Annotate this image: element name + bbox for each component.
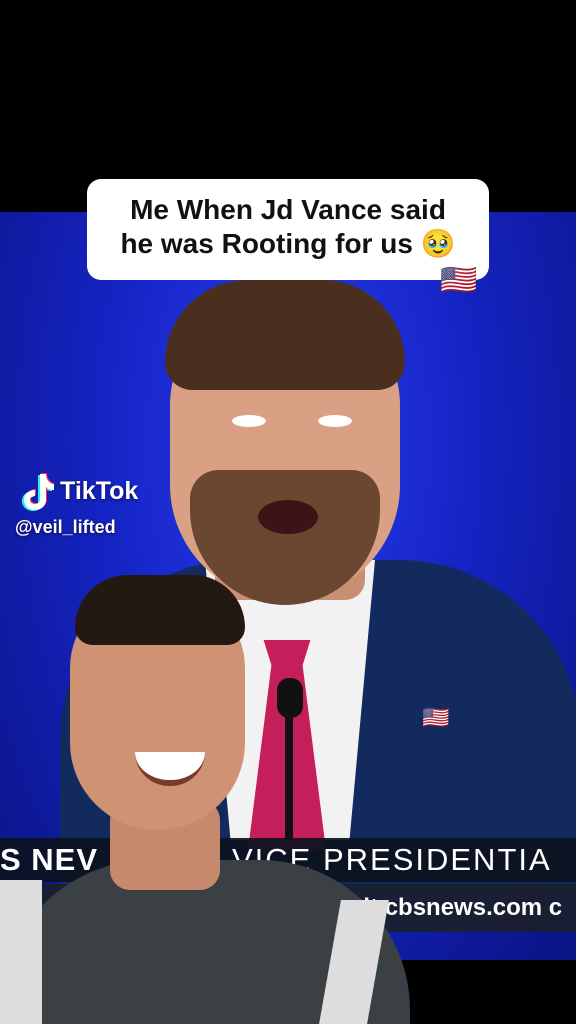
microphone-stand [285,680,293,840]
tiktok-brand-text: TikTok [60,477,139,505]
flag-pin-icon: 🇺🇸 [422,705,450,730]
tiktok-logo-icon [22,473,54,511]
overlay-person-strap-left [0,880,42,1024]
speaker-mouth [258,500,318,534]
us-flag-icon: 🇺🇸 [440,264,478,297]
caption-bubble: Me When Jd Vance said he was Rooting for… [87,179,489,280]
creator-handle[interactable]: @veil_lifted [15,517,116,538]
caption-text: Me When Jd Vance said he was Rooting for… [120,194,456,259]
speaker-right-eye [318,415,352,427]
video-frame[interactable]: 🇺🇸 S NEV VICE PRESIDENTIA visit cbsnews.… [0,0,576,1024]
overlay-person-hair [75,575,245,645]
speaker-hair [165,280,405,390]
speaker-left-eye [232,415,266,427]
